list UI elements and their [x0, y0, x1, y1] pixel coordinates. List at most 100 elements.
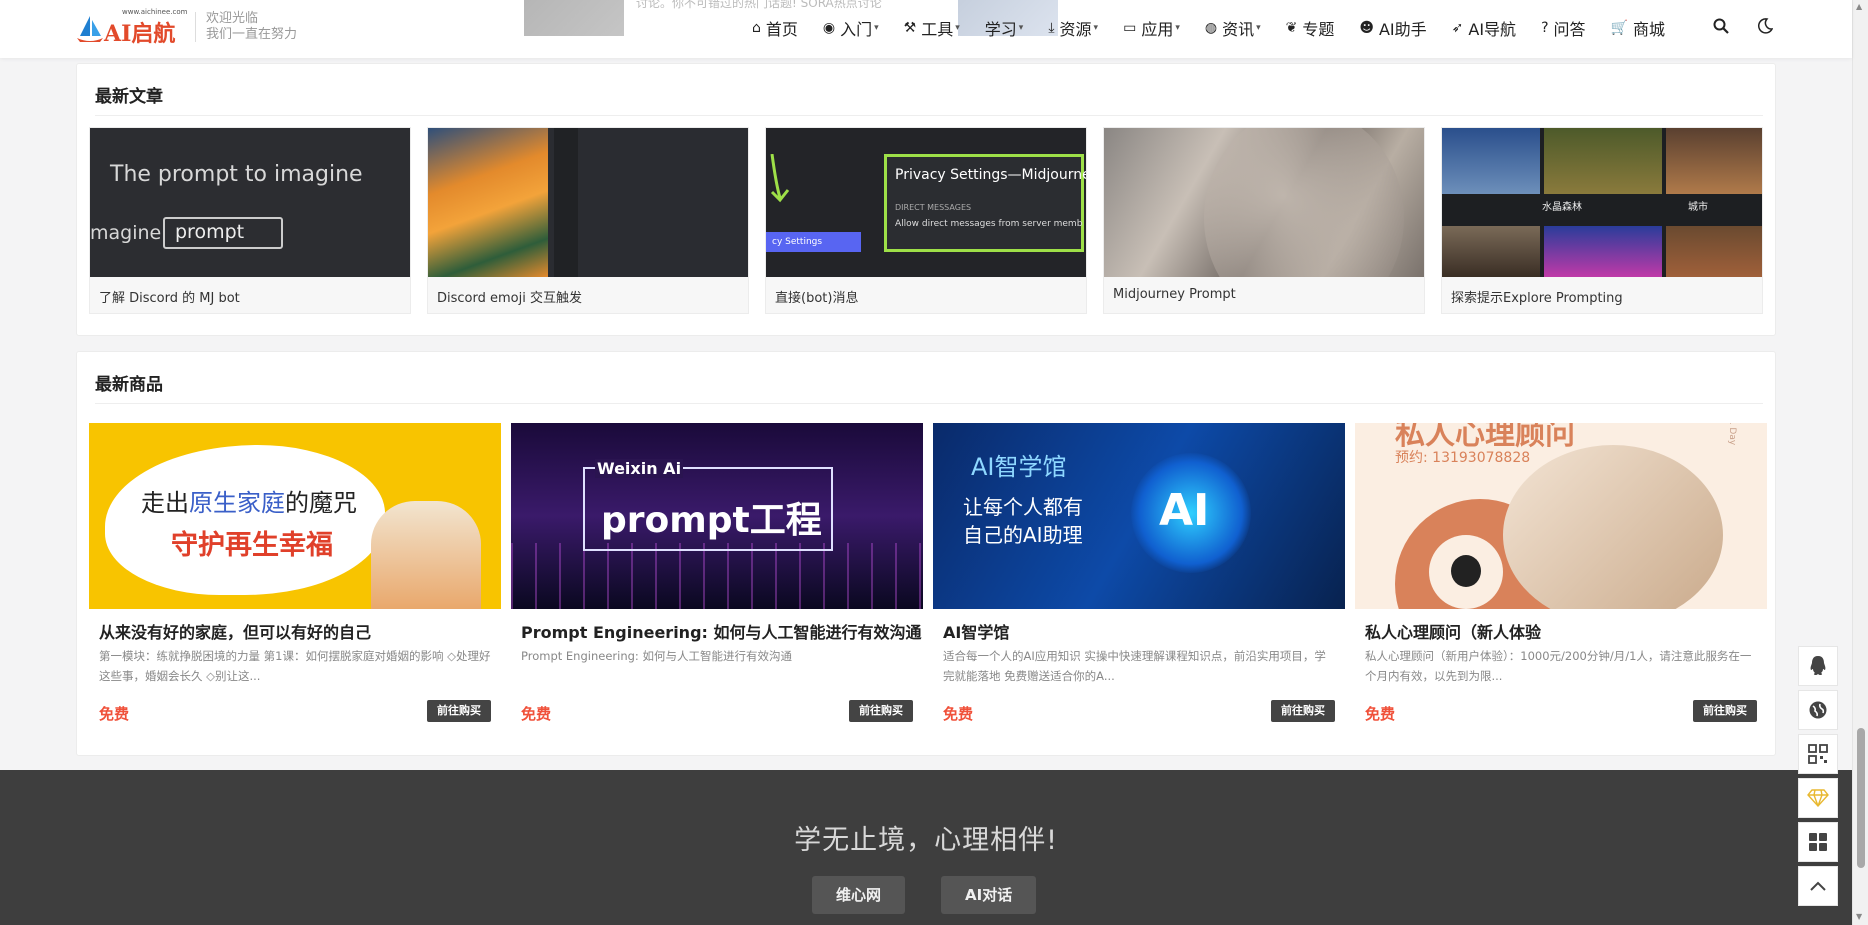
buy-button[interactable]: 前往购买: [1271, 700, 1335, 722]
eye-icon: ◉: [822, 20, 836, 36]
chevron-down-icon: ▾: [874, 23, 879, 33]
dark-mode-moon-icon[interactable]: [1757, 18, 1773, 34]
nav-item-learn[interactable]: 学习 ▾: [985, 16, 1024, 40]
scroll-down-arrow-icon[interactable]: ▼: [1856, 912, 1862, 921]
page-scrollbar[interactable]: ▲ ▼: [1852, 0, 1868, 925]
nav-item-shop[interactable]: 🛒 商城: [1611, 16, 1665, 40]
thumb-text: AI智学馆: [971, 453, 1067, 481]
nav-item-qa[interactable]: ? 问答: [1541, 16, 1585, 40]
product-price: 免费: [521, 705, 552, 723]
footer-link-ai-chat[interactable]: AI对话: [941, 876, 1037, 914]
qq-icon: [1810, 656, 1826, 675]
logo-url: www.aichinee.com: [122, 8, 188, 16]
arrow-down-graphic: [770, 154, 790, 203]
search-icon[interactable]: [1713, 18, 1729, 34]
family-photo: [1503, 445, 1723, 609]
thumb-text: 走出原生家庭的魔咒: [141, 483, 357, 518]
section-divider: [95, 403, 1763, 404]
site-logo[interactable]: www.aichinee.com AI启航: [76, 8, 188, 47]
menu-grid-button[interactable]: [1798, 822, 1838, 862]
scrollbar-thumb[interactable]: [1857, 728, 1865, 868]
privacy-settings-box: Privacy Settings—Midjourney DIRECT MESSA…: [884, 154, 1086, 252]
product-title[interactable]: AI智学馆: [943, 619, 1009, 643]
article-title[interactable]: 了解 Discord 的 MJ bot: [99, 287, 240, 306]
section-title: 最新文章: [95, 87, 163, 107]
article-title[interactable]: Discord emoji 交互触发: [437, 287, 582, 306]
nav-label: 资讯: [1222, 20, 1255, 39]
globe-icon: ◍: [1204, 20, 1218, 36]
buy-button[interactable]: 前往购买: [427, 700, 491, 722]
product-card[interactable]: 走出原生家庭的魔咒 守护再生幸福 从来没有好的家庭，但可以有好的自己 第一模块：…: [89, 423, 501, 723]
nav-item-home[interactable]: ⌂ 首页: [752, 16, 798, 40]
product-description: Prompt Engineering: 如何与人工智能进行有效沟通: [521, 649, 792, 663]
thumb-text: 预约: 13193078828: [1395, 450, 1531, 466]
article-thumbnail: [428, 128, 748, 277]
grid-icon: [1809, 833, 1827, 851]
float-toolbar: [1798, 646, 1838, 910]
article-card[interactable]: Midjourney Prompt: [1103, 127, 1425, 314]
article-card[interactable]: Privacy Settings—Midjourney DIRECT MESSA…: [765, 127, 1087, 314]
chevron-down-icon: ▾: [1093, 23, 1099, 33]
nav-item-news[interactable]: ◍ 资讯 ▾: [1205, 16, 1261, 40]
product-card[interactable]: AI智学馆 让每个人都有 自己的AI助理 AI AI智学馆 适合每一个人的AI应…: [933, 423, 1345, 723]
thumb-text: 守护再生幸福: [171, 530, 333, 561]
nav-item-intro[interactable]: ◉ 入门 ▾: [823, 16, 879, 40]
buy-button[interactable]: 前往购买: [1693, 700, 1757, 722]
scroll-up-arrow-icon[interactable]: ▲: [1856, 2, 1862, 11]
product-thumbnail: Weixin Ai prompt工程: [511, 423, 923, 609]
vip-button[interactable]: [1798, 778, 1838, 818]
product-title[interactable]: 私人心理顾问（新人体验: [1365, 619, 1541, 643]
globe-icon: [1809, 701, 1827, 719]
thumb-text: 1 Day: [1727, 423, 1738, 446]
thumb-text: 城市: [1688, 202, 1708, 213]
article-title[interactable]: Midjourney Prompt: [1113, 287, 1236, 302]
nav-item-ai-nav[interactable]: ➶ AI导航: [1452, 16, 1516, 40]
flower-image: [428, 128, 548, 277]
download-icon: ⤓: [1048, 20, 1055, 36]
thumb-text: cy Settings: [766, 232, 861, 252]
header-promo-image[interactable]: [524, 0, 624, 36]
article-title[interactable]: 探索提示Explore Prompting: [1451, 287, 1623, 306]
buy-button[interactable]: 前往购买: [849, 700, 913, 722]
thumb-text: Privacy Settings—Midjourney: [895, 167, 1086, 183]
footer-slogan: 学无止境，心理相伴!: [794, 825, 1058, 856]
product-description: 适合每一个人的AI应用知识 实操中快速理解课程知识点，前沿实用项目，学完就能落地…: [943, 649, 1326, 683]
product-card[interactable]: 私人心理顾问 预约: 13193078828 1 Day 私人心理顾问（新人体验…: [1355, 423, 1767, 723]
nav-item-topics[interactable]: ❦ 专题: [1286, 16, 1335, 40]
gallery-image: [1666, 226, 1762, 277]
emoji-sidebar: [554, 128, 578, 277]
qq-button[interactable]: [1798, 646, 1838, 686]
nav-label: AI导航: [1468, 20, 1517, 39]
thumb-text: 水晶森林: [1542, 202, 1582, 213]
nav-item-ai-assistant[interactable]: ☻ AI助手: [1359, 16, 1426, 40]
back-to-top-button[interactable]: [1798, 866, 1838, 906]
nav-item-resources[interactable]: ⤓ 资源 ▾: [1048, 16, 1098, 40]
article-thumbnail: [1104, 128, 1424, 277]
article-card[interactable]: Discord emoji 交互触发: [427, 127, 749, 314]
nav-item-apps[interactable]: ▭ 应用 ▾: [1123, 16, 1180, 40]
section-divider: [95, 115, 1763, 116]
nav-label: 工具: [921, 20, 954, 39]
chevron-down-icon: ▾: [955, 23, 960, 33]
nav-label: 学习: [984, 20, 1017, 39]
logo-sailboat-icon: [77, 16, 103, 42]
thumb-text: AI: [1159, 485, 1210, 536]
article-title[interactable]: 直接(bot)消息: [775, 287, 858, 306]
article-card[interactable]: 水晶森林 城市 探索提示Explore Prompting: [1441, 127, 1763, 314]
footer-link-weixin[interactable]: 维心网: [812, 876, 906, 914]
product-thumbnail: 走出原生家庭的魔咒 守护再生幸福: [89, 423, 501, 609]
product-title[interactable]: 从来没有好的家庭，但可以有好的自己: [99, 619, 371, 643]
product-title[interactable]: Prompt Engineering: 如何与人工智能进行有效沟通: [521, 619, 922, 643]
leaf-icon: ❦: [1285, 20, 1298, 36]
article-card[interactable]: The prompt to imagine magine prompt 了解 D…: [89, 127, 411, 314]
home-icon: ⌂: [752, 20, 761, 36]
thumb-text: Weixin Ai: [595, 459, 684, 478]
qrcode-button[interactable]: [1798, 734, 1838, 774]
thumb-text: 的魔咒: [285, 489, 357, 517]
nav-item-tools[interactable]: ⚒ 工具 ▾: [904, 16, 960, 40]
product-card[interactable]: Weixin Ai prompt工程 Prompt Engineering: 如…: [511, 423, 923, 723]
cartoon-family: [371, 501, 481, 609]
gallery-image: [1666, 128, 1762, 194]
welcome-line-2: 我们一直在努力: [206, 27, 298, 42]
website-button[interactable]: [1798, 690, 1838, 730]
